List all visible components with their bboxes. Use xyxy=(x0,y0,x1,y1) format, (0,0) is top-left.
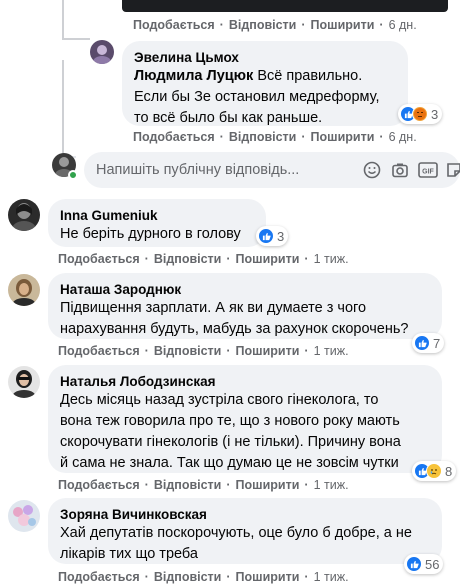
comment-text: Десь місяць назад зустріла свого гінекол… xyxy=(60,392,379,408)
comment-bubble: Inna Gumeniuk Не беріть дурного в голову xyxy=(48,199,266,247)
reply-action[interactable]: Відповісти xyxy=(229,18,297,32)
reply-input[interactable] xyxy=(96,152,316,188)
comment-author[interactable]: Наташа Зароднюк xyxy=(60,281,430,298)
reaction-count: 7 xyxy=(433,335,441,351)
like-action[interactable]: Подобається xyxy=(58,570,140,584)
angry-icon xyxy=(412,106,428,122)
camera-icon[interactable] xyxy=(390,160,410,180)
comment-time[interactable]: 6 дн. xyxy=(389,130,417,144)
reply-action[interactable]: Відповісти xyxy=(154,570,222,584)
like-action[interactable]: Подобається xyxy=(133,130,215,144)
comment-text: лікарів тих що треба xyxy=(60,546,198,562)
sad-icon xyxy=(426,463,442,479)
comment-text: Підвищення зарплати. А як ви думаете з ч… xyxy=(60,300,367,316)
online-status-dot xyxy=(68,170,78,180)
comment-time[interactable]: 1 тиж. xyxy=(314,344,349,358)
comment-text: вона теж говорила про те, що з нового ро… xyxy=(60,413,400,429)
avatar[interactable] xyxy=(8,274,40,306)
reply-action[interactable]: Відповісти xyxy=(154,252,222,266)
like-icon xyxy=(414,335,430,351)
reply-action[interactable]: Відповісти xyxy=(229,130,297,144)
reaction-summary[interactable]: 3 xyxy=(398,104,443,124)
gif-icon[interactable]: GIF xyxy=(418,160,438,180)
like-action[interactable]: Подобається xyxy=(58,252,140,266)
svg-text:GIF: GIF xyxy=(422,169,434,176)
share-action[interactable]: Поширити xyxy=(311,18,375,32)
reaction-summary[interactable]: 8 xyxy=(412,461,457,481)
comment-bubble: Наталья Лободзинская Десь місяць назад з… xyxy=(48,365,442,473)
avatar[interactable] xyxy=(8,199,40,231)
reaction-count: 8 xyxy=(445,463,453,479)
comment-time[interactable]: 1 тиж. xyxy=(314,570,349,584)
comment-text: Если бы Зе остановил медреформу, xyxy=(134,89,380,105)
comment-author[interactable]: Зоряна Вичинковская xyxy=(60,506,430,523)
emoji-icon[interactable] xyxy=(362,160,382,180)
comment-bubble: Эвелина Цьмох Людмила Луцюк Всё правильн… xyxy=(122,41,408,126)
reply-action[interactable]: Відповісти xyxy=(154,478,222,492)
comment-text: й сама не знала. Так що думаю це не зовс… xyxy=(60,455,399,471)
like-action[interactable]: Подобається xyxy=(133,18,215,32)
reply-action[interactable]: Відповісти xyxy=(154,344,222,358)
comment-author[interactable]: Наталья Лободзинская xyxy=(60,373,430,390)
sticker-icon[interactable] xyxy=(444,160,460,180)
top-comment-actions: Подобається · Відповісти · Поширити · 6 дн. xyxy=(133,18,417,32)
comment-actions: Подобається · Відповісти · Поширити · 1 тиж. xyxy=(58,344,349,358)
reaction-summary[interactable]: 56 xyxy=(404,554,444,574)
comment-time[interactable]: 1 тиж. xyxy=(314,478,349,492)
comment-time[interactable]: 1 тиж. xyxy=(314,252,349,266)
comment-author[interactable]: Inna Gumeniuk xyxy=(60,207,254,224)
comment-actions: Подобається · Відповісти · Поширити · 6 дн. xyxy=(133,130,417,144)
reaction-summary[interactable]: 7 xyxy=(412,333,445,353)
comment-text: Людмила Луцюк Всё правильно. xyxy=(134,68,363,84)
comment-author[interactable]: Эвелина Цьмох xyxy=(134,49,396,66)
comment-text: скорочувати гінекологів (і не тільки). П… xyxy=(60,434,401,450)
share-action[interactable]: Поширити xyxy=(236,252,300,266)
comment-text: Не беріть дурного в голову xyxy=(60,226,241,242)
share-action[interactable]: Поширити xyxy=(311,130,375,144)
like-icon xyxy=(258,228,274,244)
comment-text: Хай депутатів поскорочують, оце було б д… xyxy=(60,525,412,541)
comment-bubble: Наташа Зароднюк Підвищення зарплати. А я… xyxy=(48,273,442,339)
share-action[interactable]: Поширити xyxy=(236,478,300,492)
reaction-summary[interactable]: 3 xyxy=(256,226,289,246)
like-action[interactable]: Подобається xyxy=(58,478,140,492)
mention-link[interactable]: Людмила Луцюк xyxy=(134,68,253,84)
reply-box: GIF xyxy=(84,152,460,188)
reaction-count: 3 xyxy=(277,228,285,244)
reaction-count: 56 xyxy=(425,556,440,572)
share-action[interactable]: Поширити xyxy=(236,570,300,584)
comment-actions: Подобається · Відповісти · Поширити · 1 тиж. xyxy=(58,252,349,266)
thread-line-lower xyxy=(62,60,64,156)
previous-image-edge xyxy=(122,0,448,12)
share-action[interactable]: Поширити xyxy=(236,344,300,358)
avatar[interactable] xyxy=(8,366,40,398)
comment-text: нарахування будуть, мабудь за рахунок ск… xyxy=(60,321,409,337)
comment-actions: Подобається · Відповісти · Поширити · 1 тиж. xyxy=(58,570,349,584)
comment-text: то всё было бы как раньше. xyxy=(134,110,323,126)
like-action[interactable]: Подобається xyxy=(58,344,140,358)
avatar[interactable] xyxy=(90,40,114,64)
like-icon xyxy=(406,556,422,572)
thread-connector xyxy=(62,38,90,40)
avatar[interactable] xyxy=(8,500,40,532)
reaction-count: 3 xyxy=(431,106,439,122)
thread-line xyxy=(62,0,64,40)
comment-bubble: Зоряна Вичинковская Хай депутатів поскор… xyxy=(48,498,442,564)
comment-time[interactable]: 6 дн. xyxy=(389,18,417,32)
comment-actions: Подобається · Відповісти · Поширити · 1 тиж. xyxy=(58,478,349,492)
